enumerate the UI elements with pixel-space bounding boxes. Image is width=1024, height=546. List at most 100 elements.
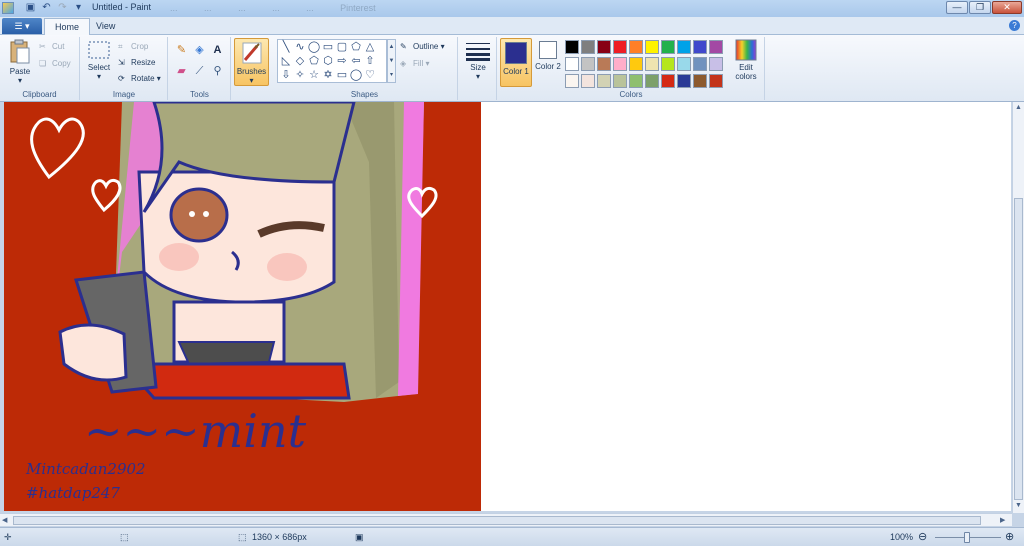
pencil-icon[interactable]: ✎ (174, 43, 189, 58)
paste-button[interactable]: Paste ▾ (4, 39, 36, 85)
palette-swatch[interactable] (565, 57, 579, 71)
close-button[interactable]: ✕ (992, 1, 1022, 14)
fill-button[interactable]: ◈ Fill ▾ (400, 59, 429, 68)
palette-swatch[interactable] (645, 74, 659, 88)
up-arrow-shape-icon[interactable]: ⇧ (363, 55, 377, 68)
redo-icon[interactable]: ↷ (56, 2, 69, 14)
zoom-out-icon[interactable]: ⊖ (918, 530, 927, 543)
palette-swatch[interactable] (613, 74, 627, 88)
left-arrow-shape-icon[interactable]: ⇦ (349, 55, 363, 68)
palette-swatch[interactable] (597, 40, 611, 54)
eraser-icon[interactable]: ▰ (174, 64, 189, 79)
palette-swatch[interactable] (709, 40, 723, 54)
palette-swatch[interactable] (661, 57, 675, 71)
scroll-down-icon[interactable]: ▼ (1015, 502, 1022, 509)
hexagon-shape-icon[interactable]: ⬡ (321, 55, 335, 68)
resize-button[interactable]: ⇲ Resize (118, 58, 155, 67)
five-point-star-shape-icon[interactable]: ☆ (307, 69, 321, 82)
cut-button[interactable]: ✂ Cut (39, 42, 64, 51)
outline-button[interactable]: ✎ Outline ▾ (400, 42, 445, 51)
curve-shape-icon[interactable]: ∿ (293, 41, 307, 54)
six-point-star-shape-icon[interactable]: ✡ (321, 69, 335, 82)
scroll-left-icon[interactable]: ◀ (2, 516, 7, 524)
crop-button[interactable]: ⌗ Crop (118, 42, 148, 51)
zoom-in-icon[interactable]: ⊕ (1005, 530, 1014, 543)
triangle-shape-icon[interactable]: △ (363, 41, 377, 54)
pentagon-shape-icon[interactable]: ⬠ (307, 55, 321, 68)
palette-swatch[interactable] (661, 74, 675, 88)
heart-shape-icon[interactable]: ♡ (363, 69, 377, 82)
palette-swatch[interactable] (661, 40, 675, 54)
palette-swatch[interactable] (565, 40, 579, 54)
palette-swatch[interactable] (613, 57, 627, 71)
palette-swatch[interactable] (613, 40, 627, 54)
horizontal-scrollbar[interactable]: ◀ ▶ (0, 513, 1012, 526)
palette-swatch[interactable] (597, 74, 611, 88)
copy-button[interactable]: ❏ Copy (39, 59, 71, 68)
polygon-shape-icon[interactable]: ⬠ (349, 41, 363, 54)
palette-swatch[interactable] (693, 40, 707, 54)
vertical-scroll-thumb[interactable] (1014, 198, 1023, 500)
palette-swatch[interactable] (709, 74, 723, 88)
horizontal-scroll-thumb[interactable] (13, 516, 981, 525)
palette-swatch[interactable] (693, 74, 707, 88)
palette-swatch[interactable] (581, 74, 595, 88)
paint-app-icon[interactable] (2, 2, 14, 14)
line-shape-icon[interactable]: ╲ (279, 41, 293, 54)
palette-swatch[interactable] (693, 57, 707, 71)
customize-quick-access-icon[interactable]: ▾ (72, 2, 85, 14)
palette-swatch[interactable] (645, 57, 659, 71)
rounded-rectangle-shape-icon[interactable]: ▢ (335, 41, 349, 54)
colors-group-label: Colors (619, 90, 643, 99)
size-button[interactable]: Size ▾ (463, 41, 493, 81)
edit-colors-button[interactable]: Edit colors (730, 39, 762, 81)
save-icon[interactable]: ▣ (24, 2, 37, 14)
shapes-gallery-scroll[interactable]: ▲ ▼ ▾ (387, 39, 396, 83)
oval-callout-shape-icon[interactable]: ◯ (349, 69, 363, 82)
zoom-slider-thumb[interactable] (964, 532, 970, 543)
vertical-scrollbar[interactable]: ▲ ▼ (1012, 102, 1024, 513)
palette-swatch[interactable] (565, 74, 579, 88)
file-menu-button[interactable]: ☰ ▾ (2, 18, 42, 34)
four-point-star-shape-icon[interactable]: ✧ (293, 69, 307, 82)
scroll-right-icon[interactable]: ▶ (1000, 516, 1005, 524)
color2-button[interactable]: Color 2 (535, 41, 561, 71)
shapes-group-label: Shapes (350, 90, 379, 99)
right-triangle-shape-icon[interactable]: ◺ (279, 55, 293, 68)
palette-swatch[interactable] (629, 57, 643, 71)
palette-swatch[interactable] (645, 40, 659, 54)
brushes-button[interactable]: Brushes ▾ (234, 38, 269, 86)
fill-bucket-icon[interactable]: ◈ (192, 43, 207, 58)
tab-view[interactable]: View (86, 18, 125, 35)
palette-swatch[interactable] (597, 57, 611, 71)
palette-swatch[interactable] (677, 74, 691, 88)
scroll-up-icon[interactable]: ▲ (1015, 104, 1022, 111)
help-icon[interactable]: ? (1009, 20, 1020, 31)
callout-shape-icon[interactable]: ▭ (335, 69, 349, 82)
select-button[interactable]: Select ▾ (85, 41, 113, 81)
palette-swatch[interactable] (581, 57, 595, 71)
oval-shape-icon[interactable]: ◯ (307, 41, 321, 54)
magnifier-icon[interactable]: ⚲ (210, 64, 225, 79)
color-picker-icon[interactable]: ⟋ (192, 64, 207, 79)
color1-button[interactable]: Color 1 (500, 38, 532, 87)
diamond-shape-icon[interactable]: ◇ (293, 55, 307, 68)
minimize-button[interactable]: — (946, 1, 968, 14)
palette-swatch[interactable] (629, 40, 643, 54)
palette-swatch[interactable] (677, 40, 691, 54)
restore-button[interactable]: ❐ (969, 1, 991, 14)
text-tool-icon[interactable]: A (210, 43, 225, 58)
rectangle-shape-icon[interactable]: ▭ (321, 41, 335, 54)
palette-swatch[interactable] (677, 57, 691, 71)
right-arrow-shape-icon[interactable]: ⇨ (335, 55, 349, 68)
rotate-button[interactable]: ⟳ Rotate ▾ (118, 74, 161, 83)
palette-swatch[interactable] (581, 40, 595, 54)
undo-icon[interactable]: ↶ (40, 2, 53, 14)
tab-home[interactable]: Home (44, 18, 91, 35)
tools-group-label: Tools (190, 90, 209, 99)
drawing-artwork[interactable]: ~~~mint Mintcadan2902 #hatdap247 (4, 102, 481, 511)
down-arrow-shape-icon[interactable]: ⇩ (279, 69, 293, 82)
palette-swatch[interactable] (629, 74, 643, 88)
palette-swatch[interactable] (709, 57, 723, 71)
image-group: Select ▾ ⌗ Crop ⇲ Resize ⟳ Rotate ▾ Image (81, 37, 168, 100)
